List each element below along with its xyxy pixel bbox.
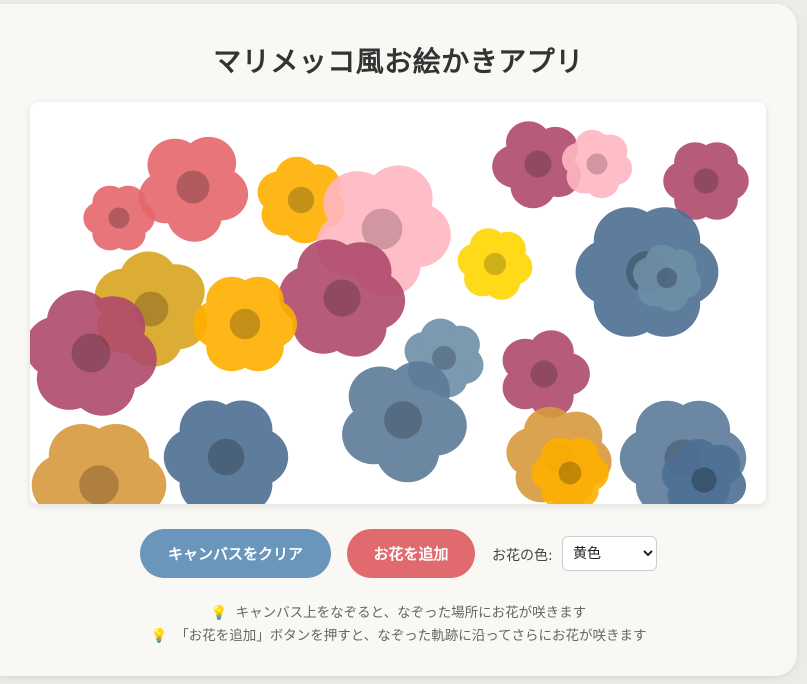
flower-center (287, 186, 315, 214)
instructions: 💡 キャンバス上をなぞると、なぞった場所にお花が咲きます 💡 「お花を追加」ボタンを… (0, 602, 797, 648)
flower-center (207, 438, 245, 476)
flower-navy (163, 400, 289, 504)
flower-center (71, 333, 111, 373)
flower-center (176, 170, 210, 204)
flower-center (108, 207, 130, 229)
flower-wine (30, 290, 157, 416)
lightbulb-icon: 💡 (150, 628, 168, 644)
clear-canvas-button[interactable]: キャンバスをクリア (140, 529, 331, 578)
add-flower-button[interactable]: お花を追加 (347, 529, 475, 578)
flower-yellow (193, 276, 297, 372)
flower-color-select[interactable]: 黄色 (562, 536, 657, 571)
lightbulb-icon: 💡 (210, 605, 228, 621)
tip-text: キャンバス上をなぞると、なぞった場所にお花が咲きます (235, 605, 587, 621)
flower-red (138, 136, 249, 242)
flower-color-label: お花の色: (492, 548, 553, 564)
app-card: マリメッコ風お絵かきアプリ キャンバスをクリア お花を追加 お花の色: 黄色 💡… (0, 4, 797, 676)
flower-red (83, 185, 155, 251)
flower-ochre (31, 424, 167, 504)
flower-center (524, 150, 552, 178)
flower-center (586, 153, 608, 175)
flower-wine (663, 142, 749, 220)
flower-center (656, 267, 678, 289)
flower-center (323, 279, 361, 317)
flower-canvas-svg[interactable] (30, 102, 766, 504)
flower-center (483, 252, 507, 276)
tip-text: 「お花を追加」ボタンを押すと、なぞった軌跡に沿ってさらにお花が咲きます (175, 628, 647, 644)
flower-center (693, 168, 719, 194)
page-title: マリメッコ風お絵かきアプリ (213, 45, 584, 78)
drawing-canvas[interactable] (30, 102, 766, 504)
flower-center (79, 465, 119, 504)
flower-lemon (457, 228, 533, 300)
flower-center (691, 467, 717, 493)
flower-center (530, 360, 558, 388)
tip-line: 💡 キャンバス上をなぞると、なぞった場所にお花が咲きます (0, 602, 797, 625)
flower-wine (278, 239, 406, 357)
flower-wine (502, 330, 590, 418)
flower-center (229, 308, 261, 340)
flower-center (558, 461, 582, 485)
control-bar: キャンバスをクリア お花を追加 お花の色: 黄色 (0, 529, 797, 579)
tip-line: 💡 「お花を追加」ボタンを押すと、なぞった軌跡に沿ってさらにお花が咲きます (0, 625, 797, 648)
flower-center (384, 401, 422, 439)
